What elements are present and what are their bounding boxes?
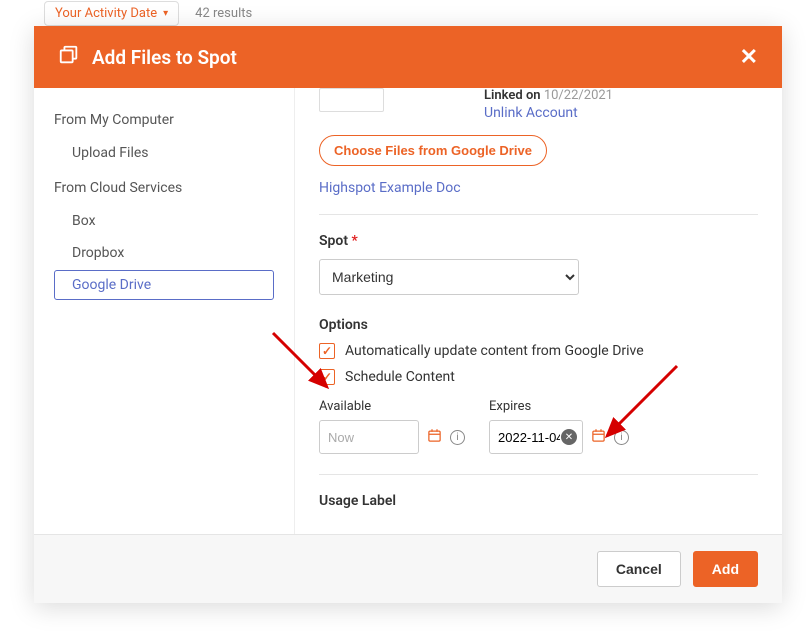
option-auto-update-row[interactable]: ✓ Automatically update content from Goog… [319, 343, 758, 359]
sidebar-section-computer: From My Computer [54, 112, 274, 128]
background-toolbar: Your Activity Date ▾ 42 results [0, 0, 807, 26]
unlink-account-link[interactable]: Unlink Account [484, 105, 578, 121]
modal-header: Add Files to Spot ✕ [34, 26, 782, 88]
linked-on-date: 10/22/2021 [544, 88, 613, 103]
expires-label: Expires [489, 399, 629, 414]
sidebar: From My Computer Upload Files From Cloud… [34, 88, 295, 534]
available-label: Available [319, 399, 465, 414]
info-icon[interactable]: i [450, 430, 465, 445]
add-button[interactable]: Add [693, 551, 758, 587]
options-label: Options [319, 317, 758, 333]
option-schedule-label: Schedule Content [345, 369, 455, 385]
required-marker: * [352, 233, 358, 249]
info-icon[interactable]: i [614, 430, 629, 445]
available-field: Available i [319, 399, 465, 454]
modal-body: From My Computer Upload Files From Cloud… [34, 88, 782, 534]
spot-label: Spot * [319, 233, 758, 249]
divider [319, 474, 758, 475]
close-icon[interactable]: ✕ [740, 45, 758, 70]
add-files-modal: Add Files to Spot ✕ From My Computer Upl… [34, 26, 782, 603]
sidebar-item-dropbox[interactable]: Dropbox [54, 238, 274, 268]
account-thumbnail [319, 88, 384, 112]
linked-on-text: Linked on 10/22/2021 [484, 88, 613, 103]
filter-label: Your Activity Date [55, 6, 157, 21]
choose-files-button[interactable]: Choose Files from Google Drive [319, 135, 547, 166]
divider [319, 214, 758, 215]
modal-footer: Cancel Add [34, 534, 782, 603]
spot-select[interactable]: Marketing [319, 259, 579, 295]
spot-label-text: Spot [319, 233, 348, 249]
calendar-icon[interactable] [591, 428, 606, 447]
modal-title: Add Files to Spot [92, 46, 237, 69]
clear-icon[interactable]: ✕ [561, 429, 577, 445]
linked-account-row: Linked on 10/22/2021 Unlink Account [319, 88, 758, 121]
calendar-icon[interactable] [427, 428, 442, 447]
sidebar-item-box[interactable]: Box [54, 206, 274, 236]
chevron-down-icon: ▾ [163, 8, 168, 19]
linked-on-label: Linked on [484, 88, 541, 103]
option-schedule-row[interactable]: ✓ Schedule Content [319, 369, 758, 385]
activity-date-filter[interactable]: Your Activity Date ▾ [44, 1, 179, 26]
sidebar-section-cloud: From Cloud Services [54, 180, 274, 196]
example-doc-link[interactable]: Highspot Example Doc [319, 180, 758, 196]
option-auto-update-label: Automatically update content from Google… [345, 343, 644, 359]
checkbox-checked-icon: ✓ [319, 343, 335, 359]
sidebar-item-google-drive[interactable]: Google Drive [54, 270, 274, 300]
results-count: 42 results [195, 6, 252, 21]
available-input[interactable] [319, 420, 419, 454]
checkbox-checked-icon: ✓ [319, 369, 335, 385]
cancel-button[interactable]: Cancel [597, 551, 681, 587]
sidebar-item-upload-files[interactable]: Upload Files [54, 138, 274, 168]
files-stack-icon [58, 44, 80, 70]
expires-field: Expires ✕ i [489, 399, 629, 454]
usage-label: Usage Label [319, 493, 758, 509]
main-panel: Linked on 10/22/2021 Unlink Account Choo… [295, 88, 782, 534]
